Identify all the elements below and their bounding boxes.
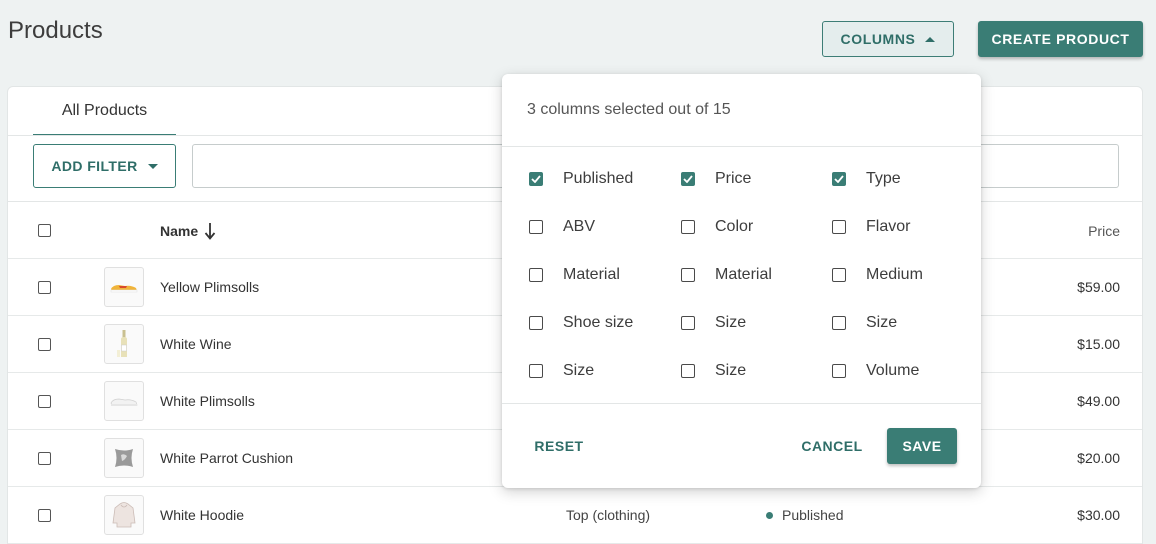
column-option[interactable]: Size <box>681 314 746 332</box>
checkbox-icon[interactable] <box>529 220 543 234</box>
status-badge: Published <box>766 507 844 523</box>
column-option[interactable]: Flavor <box>832 218 910 236</box>
shoe-icon <box>110 285 138 293</box>
column-picker-summary: 3 columns selected out of 15 <box>527 101 731 118</box>
checkbox-checked-icon[interactable] <box>529 172 543 186</box>
caret-down-icon <box>147 163 158 169</box>
create-product-button[interactable]: CREATE PRODUCT <box>978 21 1143 57</box>
product-thumbnail <box>104 495 144 535</box>
select-all-checkbox[interactable] <box>38 224 51 237</box>
checkbox-icon[interactable] <box>681 316 695 330</box>
product-price: $15.00 <box>1077 336 1120 352</box>
save-button[interactable]: SAVE <box>887 428 957 464</box>
checkbox-icon[interactable] <box>529 364 543 378</box>
column-option[interactable]: Type <box>832 170 901 188</box>
column-option-label: Size <box>563 362 595 379</box>
wine-bottle-icon <box>117 330 127 357</box>
product-thumbnail <box>104 381 144 421</box>
tab-all-products[interactable]: All Products <box>33 87 176 136</box>
column-option-label: Published <box>563 170 634 187</box>
checkbox-icon[interactable] <box>681 364 695 378</box>
checkbox-icon[interactable] <box>832 364 846 378</box>
divider <box>502 403 981 404</box>
column-option[interactable]: Medium <box>832 266 923 284</box>
columns-button[interactable]: COLUMNS <box>822 21 954 57</box>
column-option-label: Price <box>715 170 752 187</box>
product-price: $30.00 <box>1077 507 1120 523</box>
status-label: Published <box>782 507 844 523</box>
column-option-label: Color <box>715 218 754 235</box>
add-filter-label: ADD FILTER <box>51 158 138 174</box>
column-option-label: Size <box>715 362 747 379</box>
shoe-icon <box>110 398 138 406</box>
column-option[interactable]: Size <box>681 362 746 380</box>
column-option[interactable]: Volume <box>832 362 919 380</box>
table-row[interactable]: White Hoodie Top (clothing) Published $3… <box>8 487 1142 544</box>
product-name[interactable]: White Wine <box>160 336 232 352</box>
column-header-price[interactable]: Price <box>1088 223 1120 239</box>
column-option[interactable]: Material <box>529 266 620 284</box>
cushion-icon <box>115 449 133 467</box>
row-checkbox[interactable] <box>38 338 51 351</box>
checkbox-icon[interactable] <box>681 268 695 282</box>
cancel-button[interactable]: CANCEL <box>794 428 870 464</box>
divider <box>502 146 981 147</box>
column-option-label: Material <box>563 266 620 283</box>
column-option[interactable]: Price <box>681 170 751 188</box>
caret-up-icon <box>925 36 936 42</box>
arrow-down-icon <box>204 223 216 240</box>
checkbox-icon[interactable] <box>529 268 543 282</box>
column-option[interactable]: Material <box>681 266 772 284</box>
column-option[interactable]: Shoe size <box>529 314 633 332</box>
column-option-label: Material <box>715 266 772 283</box>
column-option-label: Shoe size <box>563 314 634 331</box>
row-checkbox[interactable] <box>38 452 51 465</box>
row-checkbox[interactable] <box>38 509 51 522</box>
columns-button-label: COLUMNS <box>840 31 916 47</box>
row-checkbox[interactable] <box>38 395 51 408</box>
product-price: $20.00 <box>1077 450 1120 466</box>
page-title: Products <box>8 17 103 44</box>
column-option[interactable]: Size <box>832 314 897 332</box>
checkbox-checked-icon[interactable] <box>832 172 846 186</box>
column-picker-popover: 3 columns selected out of 15 Published Pr… <box>502 74 981 488</box>
checkbox-checked-icon[interactable] <box>681 172 695 186</box>
checkbox-icon[interactable] <box>529 316 543 330</box>
product-name[interactable]: Yellow Plimsolls <box>160 279 259 295</box>
column-option-label: Flavor <box>866 218 911 235</box>
products-page: Products COLUMNS CREATE PRODUCT All Prod… <box>0 0 1156 544</box>
checkbox-icon[interactable] <box>832 220 846 234</box>
column-option[interactable]: ABV <box>529 218 595 236</box>
product-thumbnail <box>104 438 144 478</box>
column-option[interactable]: Published <box>529 170 633 188</box>
status-dot-icon <box>766 511 773 519</box>
column-option[interactable]: Color <box>681 218 753 236</box>
checkbox-icon[interactable] <box>832 316 846 330</box>
column-option-label: Volume <box>866 362 920 379</box>
checkbox-icon[interactable] <box>832 268 846 282</box>
column-option-label: ABV <box>563 218 596 235</box>
column-option-label: Medium <box>866 266 923 283</box>
reset-button[interactable]: RESET <box>529 428 589 464</box>
product-name[interactable]: White Parrot Cushion <box>160 450 293 466</box>
checkbox-icon[interactable] <box>681 220 695 234</box>
hoodie-icon <box>112 502 136 528</box>
product-name[interactable]: White Plimsolls <box>160 393 255 409</box>
column-option-label: Size <box>866 314 898 331</box>
column-option[interactable]: Size <box>529 362 594 380</box>
product-price: $59.00 <box>1077 279 1120 295</box>
add-filter-button[interactable]: ADD FILTER <box>33 144 176 188</box>
product-thumbnail <box>104 324 144 364</box>
row-checkbox[interactable] <box>38 281 51 294</box>
column-option-label: Size <box>715 314 747 331</box>
product-type: Top (clothing) <box>566 507 651 523</box>
product-name[interactable]: White Hoodie <box>160 507 244 523</box>
column-header-name-label: Name <box>160 223 199 239</box>
column-option-label: Type <box>866 170 901 187</box>
product-price: $49.00 <box>1077 393 1120 409</box>
column-header-name[interactable]: Name <box>160 222 216 240</box>
product-thumbnail <box>104 267 144 307</box>
